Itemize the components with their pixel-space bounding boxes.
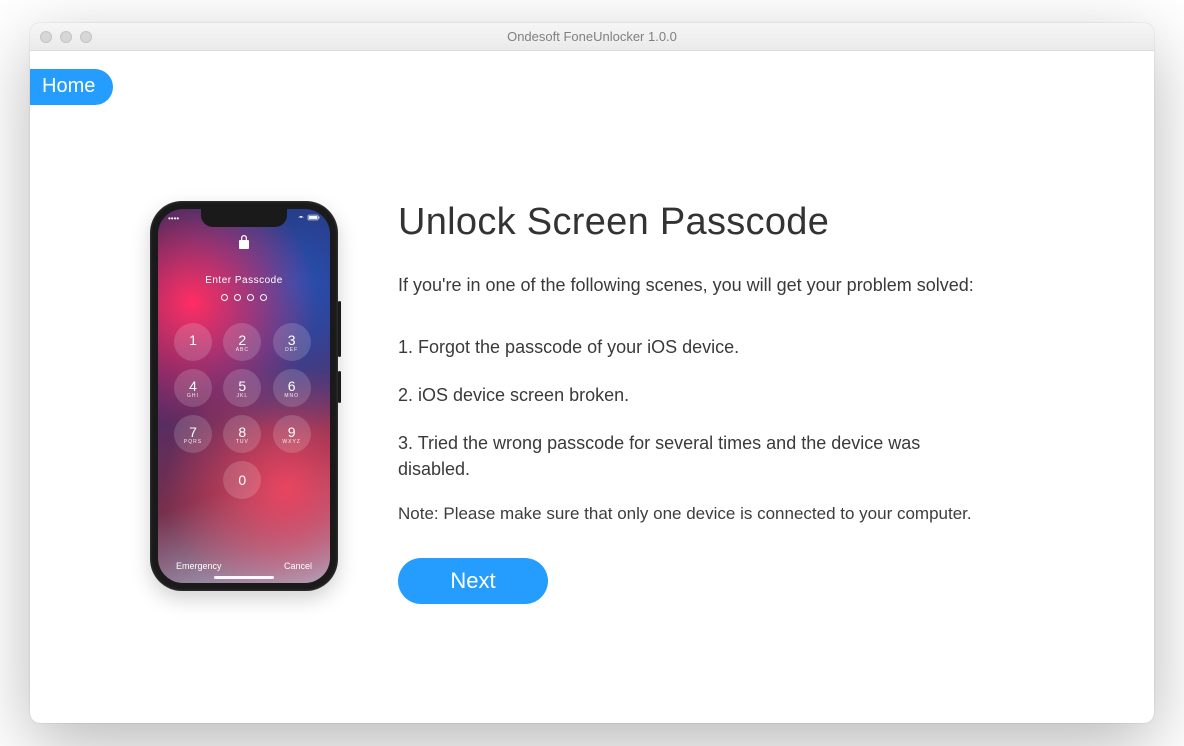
keypad-6: 6MNO: [273, 369, 311, 407]
titlebar: Ondesoft FoneUnlocker 1.0.0: [30, 23, 1154, 51]
home-tab-label: Home: [42, 75, 95, 97]
keypad-3: 3DEF: [273, 323, 311, 361]
keypad-7: 7PQRS: [174, 415, 212, 453]
wifi-battery-icon: [298, 214, 320, 224]
page-heading: Unlock Screen Passcode: [398, 201, 1058, 244]
keypad-9: 9WXYZ: [273, 415, 311, 453]
keypad-4: 4GHI: [174, 369, 212, 407]
phone-illustration: •••• Enter Passcode 1 2ABC: [150, 201, 338, 591]
lock-area: Enter Passcode: [158, 234, 330, 303]
app-window: Ondesoft FoneUnlocker 1.0.0 Home •••• E: [30, 23, 1154, 723]
keypad-0: 0: [223, 461, 261, 499]
emergency-label: Emergency: [176, 561, 222, 571]
home-tab[interactable]: Home: [30, 69, 113, 105]
content-area: •••• Enter Passcode 1 2ABC: [30, 51, 1154, 604]
phone-screen: •••• Enter Passcode 1 2ABC: [158, 209, 330, 583]
signal-icon: ••••: [168, 214, 179, 224]
zoom-window-button[interactable]: [80, 31, 92, 43]
lock-icon: [158, 234, 330, 253]
intro-text: If you're in one of the following scenes…: [398, 272, 1058, 298]
keypad: 1 2ABC 3DEF 4GHI 5JKL 6MNO 7PQRS 8TUV 9W…: [174, 323, 314, 499]
passcode-dots: [158, 294, 330, 303]
keypad-5: 5JKL: [223, 369, 261, 407]
next-button-label: Next: [450, 568, 495, 593]
phone-notch: [201, 209, 287, 227]
scenario-3: 3. Tried the wrong passcode for several …: [398, 430, 958, 482]
note-text: Note: Please make sure that only one dev…: [398, 504, 1058, 524]
window-title: Ondesoft FoneUnlocker 1.0.0: [30, 29, 1154, 44]
keypad-2: 2ABC: [223, 323, 261, 361]
scenario-2: 2. iOS device screen broken.: [398, 382, 1058, 408]
keypad-8: 8TUV: [223, 415, 261, 453]
minimize-window-button[interactable]: [60, 31, 72, 43]
phone-bottom-row: Emergency Cancel: [158, 561, 330, 571]
home-indicator: [214, 576, 274, 579]
traffic-lights: [40, 31, 92, 43]
enter-passcode-label: Enter Passcode: [158, 275, 330, 286]
keypad-1: 1: [174, 323, 212, 361]
cancel-label: Cancel: [284, 561, 312, 571]
scenario-1: 1. Forgot the passcode of your iOS devic…: [398, 334, 1058, 360]
next-button[interactable]: Next: [398, 558, 548, 604]
info-panel: Unlock Screen Passcode If you're in one …: [398, 201, 1058, 604]
close-window-button[interactable]: [40, 31, 52, 43]
